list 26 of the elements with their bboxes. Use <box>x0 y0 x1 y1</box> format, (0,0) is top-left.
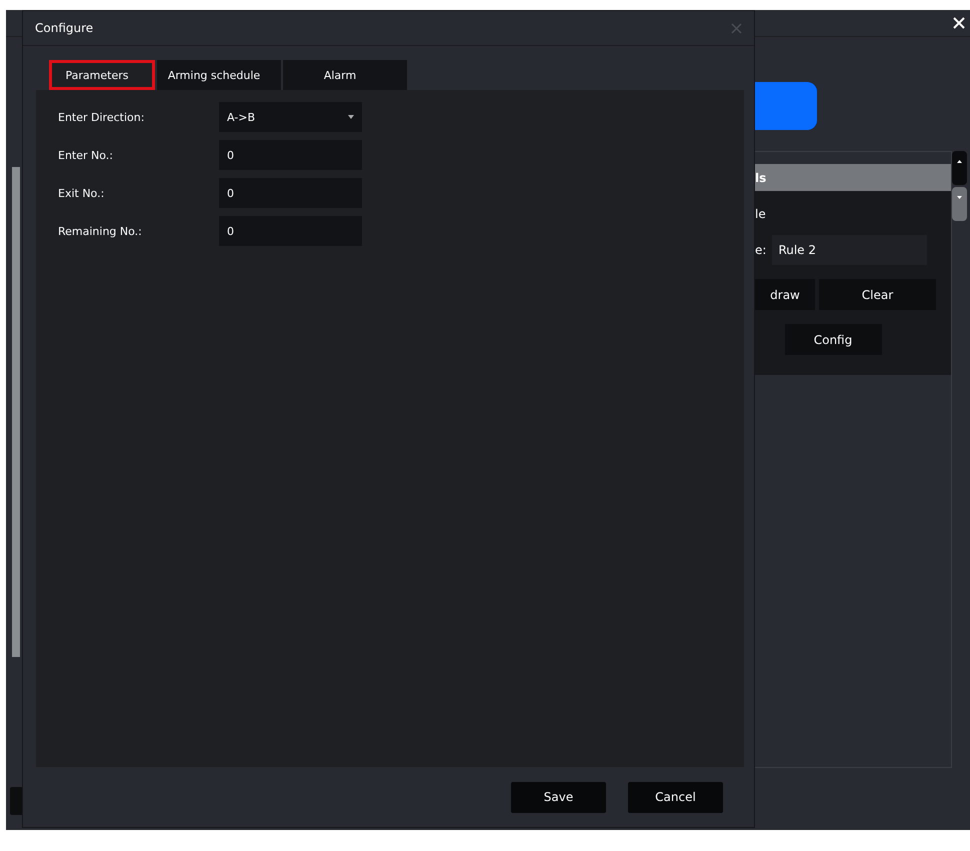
scroll-down-icon[interactable] <box>952 187 967 221</box>
dialog-title: Configure <box>35 21 94 35</box>
name-field[interactable]: Rule 2 <box>772 235 928 265</box>
field-label: Enter No.: <box>58 148 114 162</box>
caret-icon <box>348 115 354 119</box>
config-button[interactable]: Config <box>784 324 882 355</box>
input-field[interactable]: 0 <box>219 140 362 170</box>
save-button[interactable]: Save <box>511 782 606 812</box>
tab[interactable]: Arming schedule <box>157 60 281 90</box>
field-label: Exit No.: <box>58 186 106 200</box>
panel-button[interactable]: Clear <box>819 279 936 310</box>
scrollbar-thumb[interactable] <box>12 167 20 657</box>
tab[interactable]: Parameters <box>49 60 155 90</box>
panel-button[interactable]: draw <box>755 279 815 310</box>
cancel-button[interactable]: Cancel <box>628 782 723 812</box>
button[interactable] <box>755 82 817 130</box>
field-label: Enter Direction: <box>58 110 146 124</box>
input-field[interactable]: 0 <box>219 216 362 246</box>
panel-header: ls <box>755 164 951 191</box>
field-label: Remaining No.: <box>58 224 143 238</box>
tab[interactable]: Alarm <box>283 60 407 90</box>
scroll-up-icon[interactable] <box>952 151 967 185</box>
dropdown[interactable]: A->B <box>219 102 362 132</box>
label: e: <box>755 243 766 257</box>
input-field[interactable]: 0 <box>219 178 362 208</box>
label: le <box>755 207 766 221</box>
